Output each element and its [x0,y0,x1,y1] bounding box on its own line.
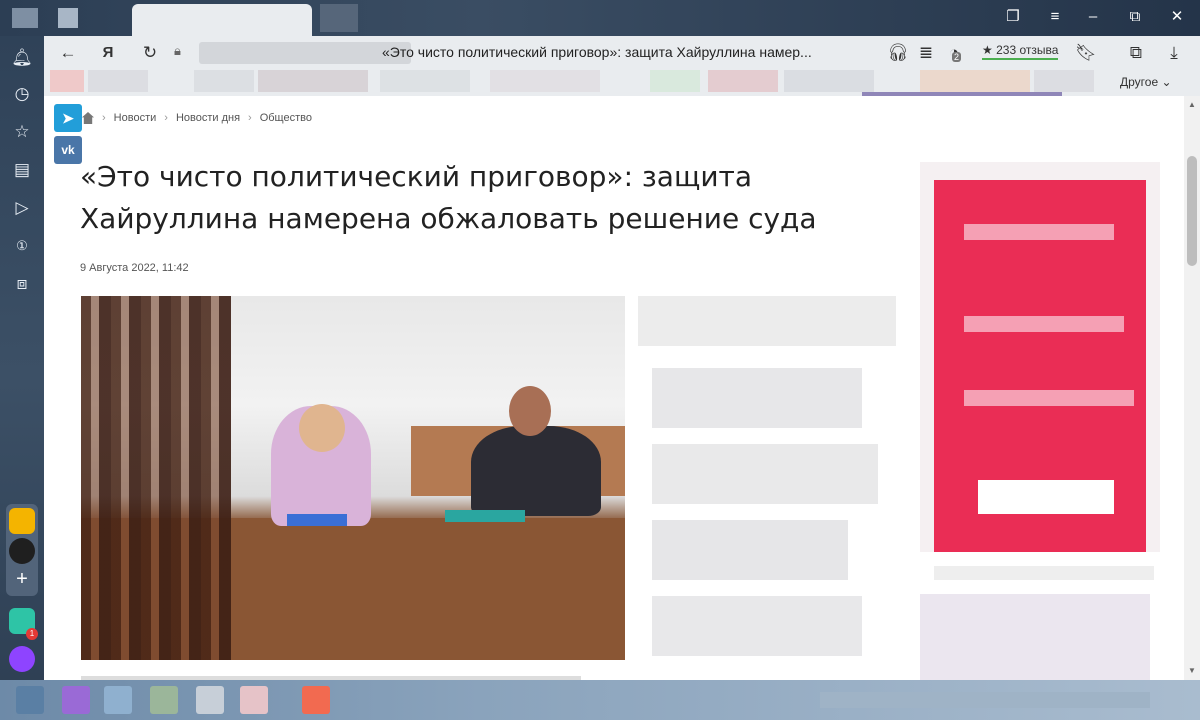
notification-badge: 1 [26,628,38,640]
bookmark-item[interactable] [50,70,84,92]
protect-badge: 2 [952,52,962,62]
tab-strip: ❐ ≡ – ⧉ ✕ [0,0,1200,36]
bookmark-item[interactable] [380,70,470,92]
browser-sidebar: 🔔︎ ◷ ☆ ▤ ▷ ① ⧈ + 1 [0,36,44,720]
page-title-in-bar[interactable]: «Это чисто политический приговор»: защит… [382,44,812,60]
mail-icon[interactable] [9,508,35,534]
photo-blue-folder [287,514,347,526]
active-tab[interactable] [132,4,312,36]
play-icon[interactable]: ▷ [8,194,36,222]
side-news-item[interactable] [652,444,878,504]
taskbar [0,680,1200,720]
address-bar[interactable] [199,42,411,64]
ad-button[interactable] [978,480,1114,514]
system-tray-blurred[interactable] [820,692,1150,708]
taskbar-app[interactable] [104,686,132,714]
toolbar: ← Я ↻ 🔒︎ «Это чисто политический пригово… [44,36,1200,70]
bookmark-item[interactable] [194,70,254,92]
breadcrumb-news-of-day[interactable]: Новости дня [176,112,240,124]
page-scrollbar[interactable]: ▲ ▼ [1184,96,1200,680]
alice-icon[interactable] [9,646,35,672]
chevron-right-icon: › [248,112,252,124]
scroll-up-icon[interactable]: ▲ [1188,100,1196,109]
sidebar-apps-group: + [6,504,38,596]
download-icon[interactable]: ⤓ [1162,41,1186,65]
photo-person-man-head [509,386,551,436]
taskbar-app[interactable] [240,686,268,714]
side-news-item[interactable] [652,520,848,580]
bookmark-item[interactable] [490,70,600,92]
headphones-icon[interactable]: 🎧︎ [886,41,910,65]
photo-person-man [471,426,601,516]
bookmark-item[interactable] [650,70,700,92]
ad-text-blurred [964,316,1124,332]
bookmarks-bar: Другое ⌄ [44,70,1200,98]
reader-icon[interactable]: ≣ [914,41,938,65]
collections-icon[interactable]: ▤ [8,156,36,184]
breadcrumb: › Новости › Новости дня › Общество [82,112,312,124]
add-icon[interactable]: + [9,566,35,592]
ad-text-blurred [964,224,1114,240]
ad-banner [934,180,1146,552]
article-date: 9 Августа 2022, 11:42 [80,262,189,274]
taskbar-app[interactable] [302,686,330,714]
article-title: «Это чисто политический приговор»: защит… [80,160,817,235]
screenshot-icon[interactable]: ⧈ [8,270,36,298]
side-header-blurred [638,296,896,346]
restore-icon[interactable]: ⧉ [1122,6,1148,28]
collections-toolbar-icon[interactable]: ⧉ [1124,41,1148,65]
ad-image-blurred[interactable] [920,594,1150,680]
bookmark-item[interactable] [708,70,778,92]
bookmarks-other[interactable]: Другое ⌄ [1120,75,1172,89]
yandex-icon[interactable]: Я [96,41,120,65]
history-icon[interactable]: ◷ [8,80,36,108]
vk-share-icon[interactable]: vk [54,136,82,164]
tab-favicon-blurred[interactable] [12,8,38,28]
ad-text-blurred [964,390,1134,406]
breadcrumb-society[interactable]: Общество [260,112,312,124]
page-content: ➤ vk › Новости › Новости дня › Общество … [44,96,1184,680]
chevron-right-icon: › [102,112,106,124]
tab-blurred-2[interactable] [320,4,358,32]
chevron-right-icon: › [164,112,168,124]
photo-teal-folder [445,510,525,522]
back-icon[interactable]: ← [56,41,80,65]
scroll-down-icon[interactable]: ▼ [1188,666,1196,675]
advertisement[interactable] [920,162,1160,552]
photo-person-woman-head [299,404,345,452]
side-news-item[interactable] [652,596,862,656]
menu-icon[interactable]: ≡ [1042,6,1068,28]
side-news-item[interactable] [652,368,862,428]
home-icon[interactable] [82,112,94,124]
bookmark-item[interactable] [88,70,148,92]
lock-icon[interactable]: 🔒︎ [174,43,181,59]
bell-icon[interactable]: 🔔︎ [8,44,36,72]
bookmarks-panel-icon[interactable]: ❐ [1000,6,1026,28]
bookmark-icon[interactable]: 🔖︎ [1074,41,1098,65]
article-photo[interactable] [81,296,625,660]
minimize-icon[interactable]: – [1080,6,1106,28]
reviews-button[interactable]: ★ 233 отзыва [982,43,1059,60]
tab-blurred[interactable] [58,8,78,28]
close-icon[interactable]: ✕ [1164,6,1190,28]
bookmark-item[interactable] [258,70,368,92]
telegram-share-icon[interactable]: ➤ [54,104,82,132]
taskbar-app[interactable] [16,686,44,714]
star-icon[interactable]: ☆ [8,118,36,146]
breadcrumb-news[interactable]: Новости [114,112,157,124]
photo-cage-bars [81,296,231,660]
scroll-thumb[interactable] [1187,156,1197,266]
taskbar-app[interactable] [150,686,178,714]
bookmark-item[interactable] [1034,70,1094,92]
bookmark-item[interactable] [784,70,874,92]
taskbar-app[interactable] [196,686,224,714]
music-icon[interactable] [9,538,35,564]
one-icon[interactable]: ① [8,232,36,260]
ad-footer-blurred [934,566,1154,580]
bookmark-item[interactable] [920,70,1030,92]
taskbar-app[interactable] [62,686,90,714]
reload-icon[interactable]: ↻ [138,41,162,65]
